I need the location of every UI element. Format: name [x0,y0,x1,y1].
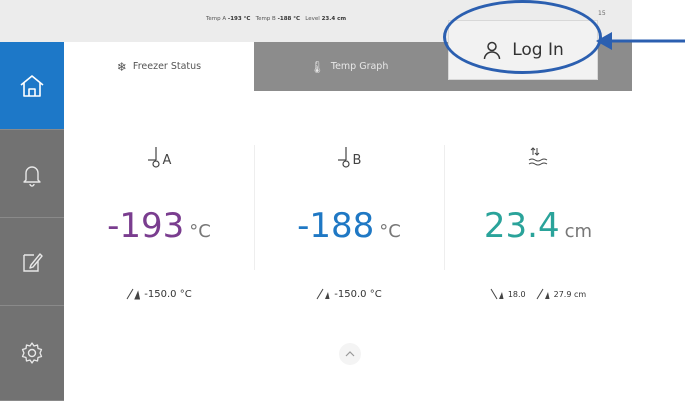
clock: 15 [598,10,606,18]
level-value-large: 23.4 [483,206,560,246]
temp-a-value-large: -193 [107,206,185,246]
thermometer-icon: 🌡 [309,59,325,74]
tab-temp-graph[interactable]: 🌡 Temp Graph [254,42,444,91]
sidebar-home-button[interactable] [0,42,64,130]
temp-a-value: -193 °C [227,16,251,22]
temp-a-alarm: -150.0 °C [64,288,254,300]
level-value: 23.4 cm [321,16,347,22]
probe-icon [147,147,160,168]
level-alarms: 18.0 27.9 cm [444,288,632,300]
pointer-arrow-icon [596,32,685,50]
sidebar-notes-button[interactable] [0,218,64,306]
temp-a-label: Temp A [206,16,227,22]
notes-icon [23,252,43,272]
probe-icon [337,147,350,168]
clock-hour: 15 [598,10,606,17]
level-label: Level [305,16,320,22]
tab-label: Freezer Status [132,61,202,72]
sidebar-settings-button[interactable] [0,306,64,401]
temp-b-value: -188 °C [277,16,301,22]
sensor-a-label: A [162,153,172,168]
bell-icon [23,165,41,187]
alarm-high-icon [536,288,550,300]
gear-icon [21,342,43,364]
temp-b-panel: B -188 °C -150.0 °C [254,100,444,340]
level-low-alarm-value: 18.0 [507,289,526,299]
sensor-a-indicator: A [64,146,254,168]
tab-label: Temp Graph [330,61,389,72]
level-unit: cm [564,221,593,242]
temp-a-panel: A -193 °C -150.0 °C [64,100,254,340]
alarm-high-icon [126,288,141,300]
sidebar-alarms-button[interactable] [0,130,64,218]
temp-a-alarm-value: -150.0 °C [144,288,192,300]
temp-b-label: Temp B [255,16,276,22]
level-high-alarm-value: 27.9 cm [553,289,587,299]
chevron-up-icon [345,351,355,357]
temp-b-alarm-value: -150.0 °C [334,288,382,300]
status-readout: Temp A -193 °C Temp B -188 °C Level 23.4… [206,16,346,22]
home-icon [20,74,44,97]
sensor-b-indicator: B [254,146,444,168]
level-indicator [444,146,632,168]
snowflake-icon: ❄ [116,59,127,74]
alarm-high-icon [316,288,330,300]
level-panel: 23.4 cm 18.0 27.9 cm [444,100,632,340]
alarm-low-icon [490,288,504,300]
temp-b-value-large: -188 [297,206,375,246]
sensor-b-label: B [352,153,362,168]
liquid-level-icon [528,147,548,166]
temp-a-unit: °C [189,221,211,242]
temp-b-alarm: -150.0 °C [254,288,444,300]
tab-freezer-status[interactable]: ❄ Freezer Status [64,42,254,91]
temp-b-unit: °C [379,221,401,242]
highlight-ellipse [443,0,602,74]
sidebar [0,42,64,401]
collapse-button[interactable] [339,343,361,365]
